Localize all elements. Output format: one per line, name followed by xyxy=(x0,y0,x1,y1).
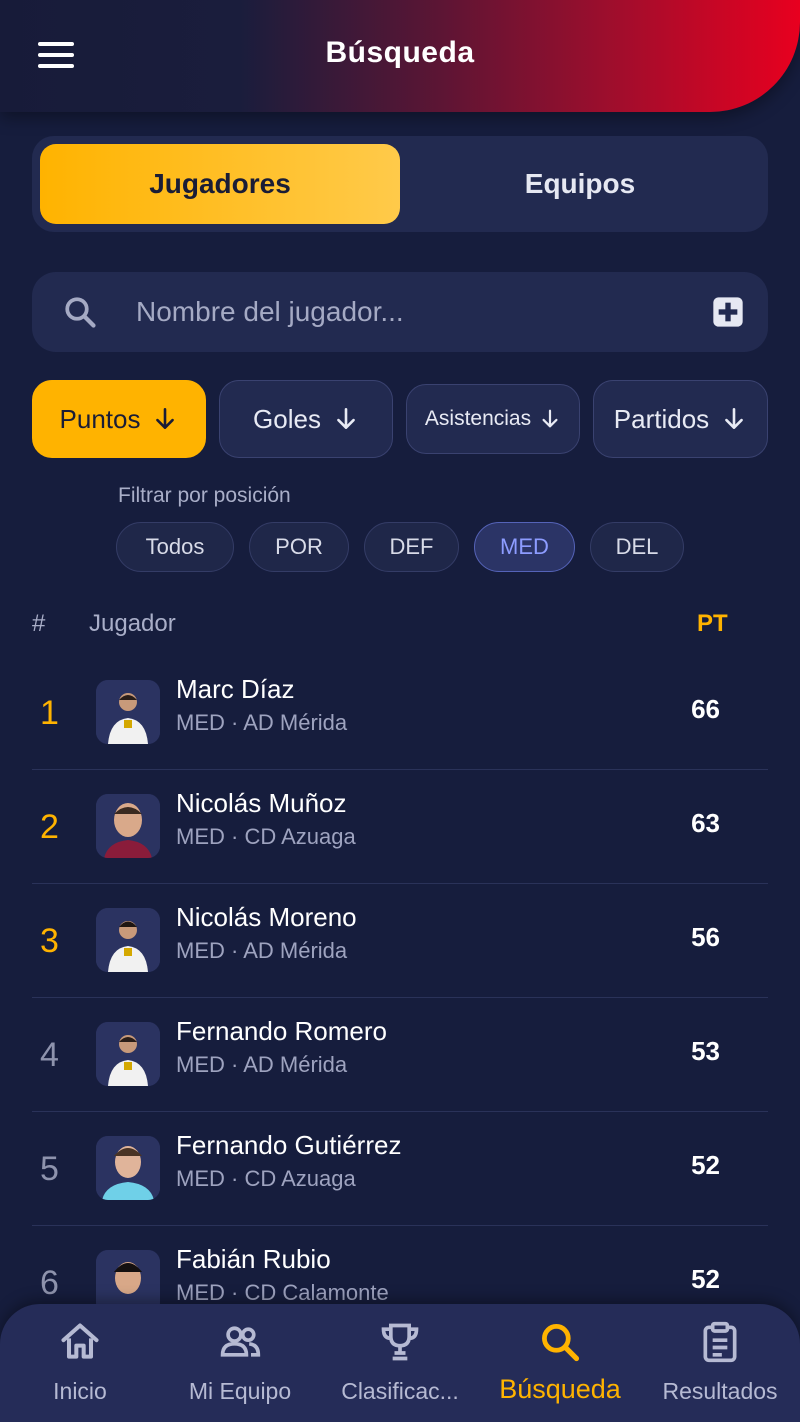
players-teams-tabs: Jugadores Equipos xyxy=(32,136,768,232)
filter-chip-med[interactable]: MED xyxy=(474,522,575,572)
sort-goles-button[interactable]: Goles xyxy=(219,380,393,458)
table-row[interactable]: 4 Fernando Romero MED · AD Mérida 53 xyxy=(32,998,768,1112)
player-points: 66 xyxy=(691,694,720,724)
bottom-navigation: Inicio Mi Equipo Clasificac... Búsqueda xyxy=(0,1304,800,1422)
row-rank: 3 xyxy=(40,922,59,960)
arrow-down-icon xyxy=(725,407,744,429)
player-name: Marc Díaz xyxy=(176,674,295,704)
player-points: 56 xyxy=(691,922,720,952)
arrow-down-icon xyxy=(156,407,175,429)
search-icon xyxy=(65,297,96,328)
player-name: Fabián Rubio xyxy=(176,1244,331,1274)
row-rank: 2 xyxy=(40,808,59,846)
nav-label: Resultados xyxy=(662,1378,778,1404)
player-position-team: MED · AD Mérida xyxy=(176,710,348,735)
row-rank: 6 xyxy=(40,1264,59,1302)
tab-equipos[interactable]: Equipos xyxy=(400,144,760,224)
row-rank: 4 xyxy=(40,1036,59,1074)
player-column-header: Jugador xyxy=(89,610,176,637)
nav-label: Búsqueda xyxy=(499,1374,621,1404)
plus-square-icon[interactable] xyxy=(712,296,744,328)
arrow-down-icon xyxy=(337,407,355,429)
row-rank: 5 xyxy=(40,1150,59,1188)
player-name: Fernando Gutiérrez xyxy=(176,1130,402,1160)
player-avatar xyxy=(96,908,160,972)
position-filter-label: Filtrar por posición xyxy=(118,484,291,507)
player-name: Fernando Romero xyxy=(176,1016,387,1046)
nav-label: Mi Equipo xyxy=(188,1378,292,1404)
nav-inicio[interactable]: Inicio xyxy=(0,1304,160,1422)
nav-busqueda[interactable]: Búsqueda xyxy=(480,1304,640,1422)
table-row[interactable]: 3 Nicolás Moreno MED · AD Mérida 56 xyxy=(32,884,768,998)
nav-resultados[interactable]: Resultados xyxy=(640,1304,800,1422)
tab-jugadores[interactable]: Jugadores xyxy=(40,144,400,224)
arrow-down-icon xyxy=(542,409,558,428)
clipboard-icon xyxy=(703,1321,737,1363)
player-name: Nicolás Muñoz xyxy=(176,788,347,818)
player-position-team: MED · AD Mérida xyxy=(176,938,348,963)
row-rank: 1 xyxy=(40,694,59,732)
nav-mi-equipo[interactable]: Mi Equipo xyxy=(160,1304,320,1422)
nav-clasificacion[interactable]: Clasificac... xyxy=(320,1304,480,1422)
player-avatar xyxy=(96,1022,160,1086)
table-row[interactable]: 1 Marc Díaz MED · AD Mérida 66 xyxy=(32,656,768,770)
page-title: Búsqueda xyxy=(325,36,475,69)
player-search-input[interactable] xyxy=(136,290,696,334)
sort-puntos-button[interactable]: Puntos xyxy=(32,380,206,458)
search-icon xyxy=(542,1324,580,1362)
table-row[interactable]: 5 Fernando Gutiérrez MED · CD Azuaga 52 xyxy=(32,1112,768,1226)
player-points: 52 xyxy=(691,1150,720,1180)
sort-asistencias-button[interactable]: Asistencias xyxy=(406,384,580,454)
trophy-icon xyxy=(381,1323,419,1361)
sort-label: Partidos xyxy=(613,403,710,434)
search-bar xyxy=(32,272,768,352)
people-icon xyxy=(220,1326,261,1357)
sort-label: Puntos xyxy=(59,403,141,434)
nav-label: Inicio xyxy=(53,1378,107,1404)
nav-label: Clasificac... xyxy=(341,1378,459,1404)
player-avatar xyxy=(96,794,160,858)
player-avatar xyxy=(96,680,160,744)
rank-column-header: # xyxy=(32,610,46,637)
filter-chip-todos[interactable]: Todos xyxy=(116,522,234,572)
filter-chip-por[interactable]: POR xyxy=(249,522,349,572)
player-position-team: MED · CD Calamonte xyxy=(176,1280,389,1305)
player-points: 53 xyxy=(691,1036,720,1066)
filter-chip-def[interactable]: DEF xyxy=(364,522,459,572)
player-avatar xyxy=(96,1136,160,1200)
sort-label: Goles xyxy=(253,403,321,434)
table-row[interactable]: 2 Nicolás Muñoz MED · CD Azuaga 63 xyxy=(32,770,768,884)
player-position-team: MED · CD Azuaga xyxy=(176,824,356,849)
sort-label: Asistencias xyxy=(424,407,532,430)
player-position-team: MED · AD Mérida xyxy=(176,1052,348,1077)
player-name: Nicolás Moreno xyxy=(176,902,357,932)
sort-partidos-button[interactable]: Partidos xyxy=(593,380,768,458)
player-points: 52 xyxy=(691,1264,720,1294)
app-header: Búsqueda xyxy=(0,0,800,112)
points-column-header[interactable]: PT xyxy=(697,610,728,638)
player-position-team: MED · CD Azuaga xyxy=(176,1166,356,1191)
player-points: 63 xyxy=(691,808,720,838)
filter-chip-del[interactable]: DEL xyxy=(590,522,684,572)
home-icon xyxy=(61,1323,99,1359)
